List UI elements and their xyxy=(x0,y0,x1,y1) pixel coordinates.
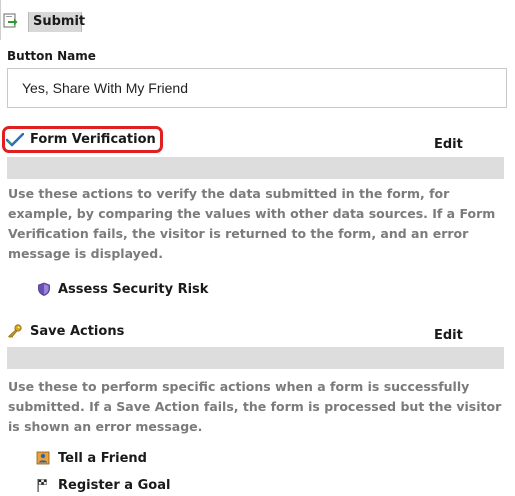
submit-button[interactable]: Submit xyxy=(28,12,86,32)
button-name-label: Button Name xyxy=(7,49,96,63)
action-item-register-a-goal[interactable]: Register a Goal xyxy=(58,478,170,493)
save-actions-edit-link[interactable]: Edit xyxy=(434,328,463,343)
button-name-input[interactable]: Yes, Share With My Friend xyxy=(7,68,507,108)
form-verification-bar xyxy=(7,157,504,179)
submit-label: Submit xyxy=(33,14,86,29)
key-icon xyxy=(8,324,22,338)
flag-icon xyxy=(37,479,47,492)
save-actions-description: Use these to perform specific actions wh… xyxy=(8,379,502,434)
left-border-line xyxy=(0,0,1,40)
form-verification-description: Use these actions to verify the data sub… xyxy=(8,186,496,261)
shield-icon xyxy=(38,282,50,296)
action-item-assess-security-risk[interactable]: Assess Security Risk xyxy=(58,282,208,297)
action-item-tell-a-friend[interactable]: Tell a Friend xyxy=(58,451,147,466)
contact-card-icon xyxy=(36,451,50,465)
save-actions-title: Save Actions xyxy=(30,324,125,339)
submit-icon xyxy=(3,13,18,28)
save-actions-bar xyxy=(7,347,504,369)
form-verification-edit-link[interactable]: Edit xyxy=(434,137,463,152)
highlight-annotation xyxy=(2,126,163,153)
button-name-value: Yes, Share With My Friend xyxy=(22,80,188,96)
